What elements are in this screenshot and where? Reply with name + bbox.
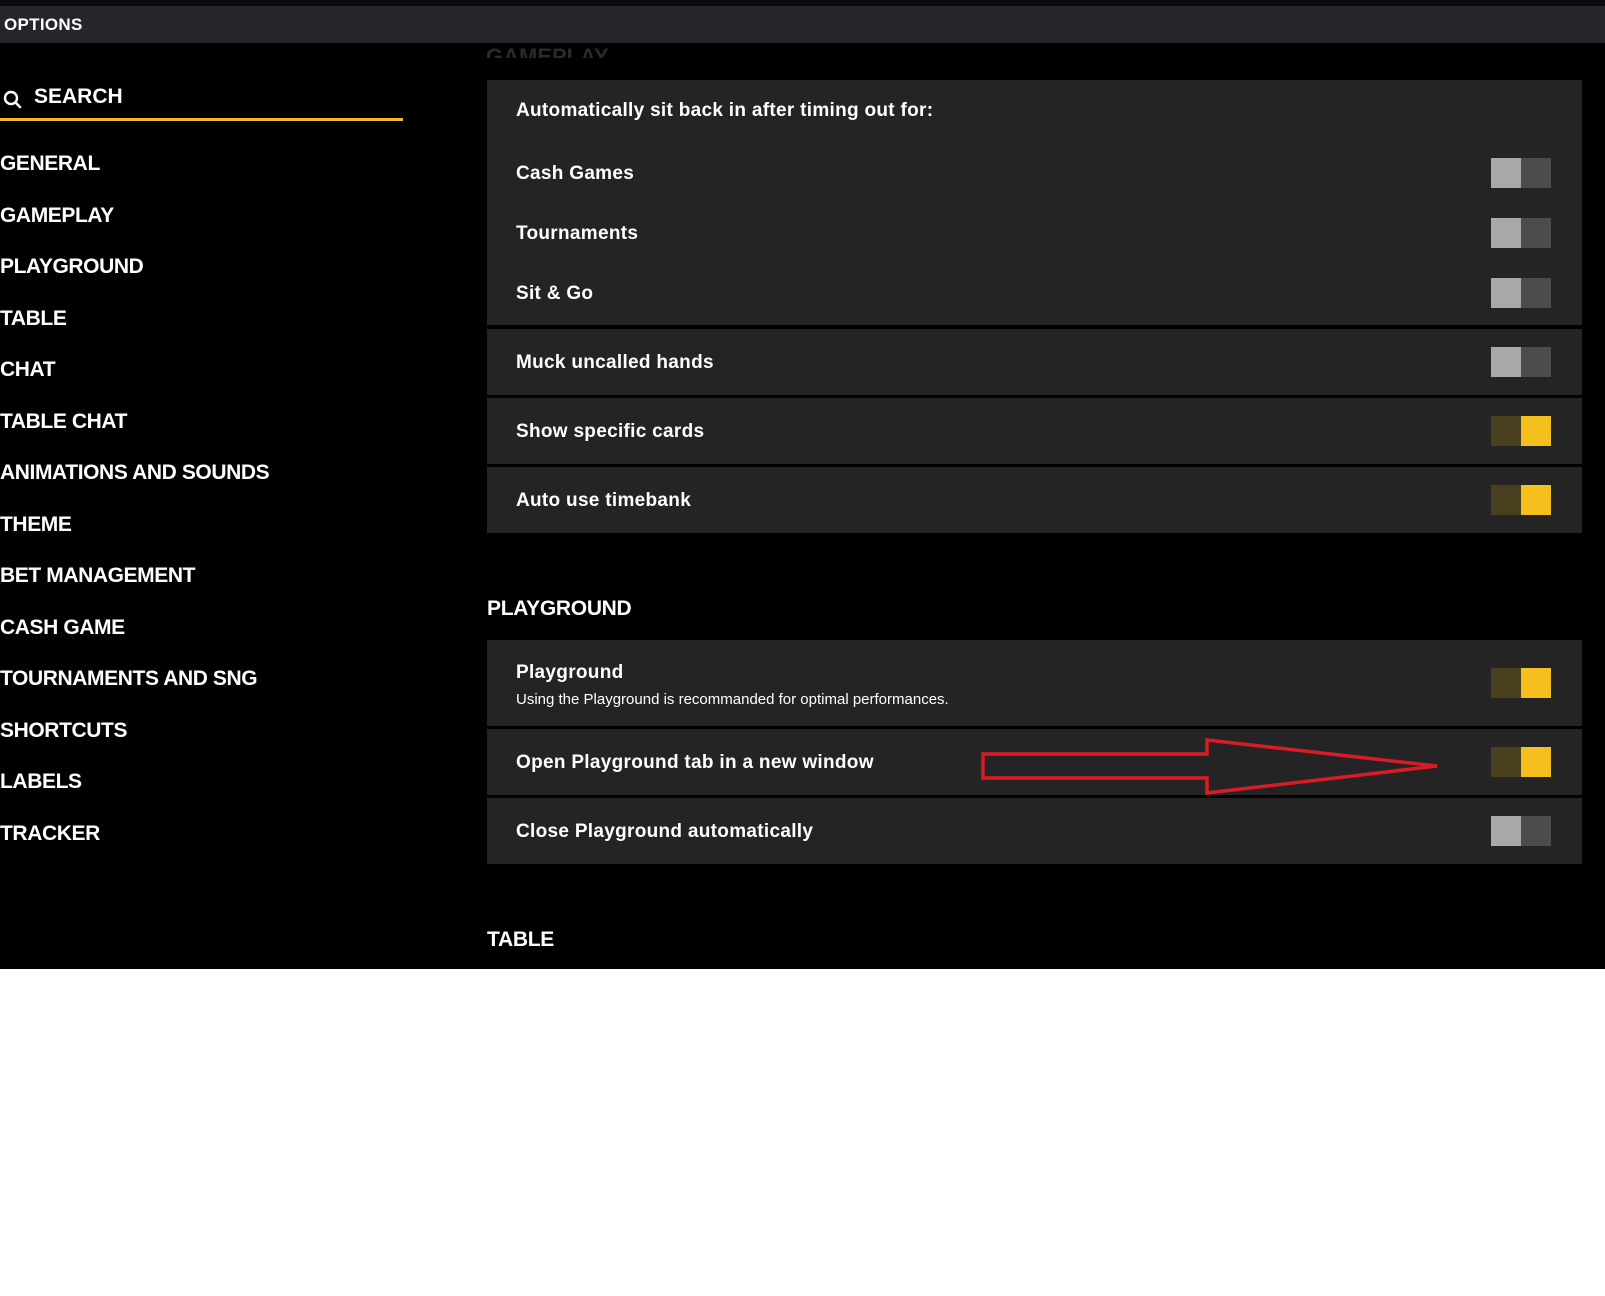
show-specific-cards-label: Show specific cards (516, 421, 705, 442)
sit-and-go-toggle[interactable] (1491, 278, 1551, 308)
open-new-window-toggle[interactable] (1491, 747, 1551, 777)
nav-item-table-chat[interactable]: TABLE CHAT (0, 410, 127, 434)
window-title: OPTIONS (4, 15, 83, 34)
muck-uncalled-row: Muck uncalled hands (487, 329, 1582, 395)
cash-games-toggle[interactable] (1491, 158, 1551, 188)
nav-item-theme[interactable]: THEME (0, 513, 72, 537)
nav-item-tracker[interactable]: TRACKER (0, 822, 100, 846)
close-playground-toggle[interactable] (1491, 816, 1551, 846)
playground-label: Playground (516, 662, 624, 683)
red-arrow-annotation (981, 738, 1438, 795)
auto-sit-back-card: Automatically sit back in after timing o… (487, 80, 1582, 325)
nav-item-gameplay[interactable]: GAMEPLAY (0, 204, 114, 228)
nav-item-table[interactable]: TABLE (0, 307, 67, 331)
muck-uncalled-toggle[interactable] (1491, 347, 1551, 377)
nav-item-cash-game[interactable]: CASH GAME (0, 616, 125, 640)
auto-timebank-toggle[interactable] (1491, 485, 1551, 515)
nav-item-tournaments-and-sng[interactable]: TOURNAMENTS AND SNG (0, 667, 258, 691)
nav-item-animations-and-sounds[interactable]: ANIMATIONS AND SOUNDS (0, 461, 270, 485)
auto-timebank-row: Auto use timebank (487, 467, 1582, 533)
close-playground-row: Close Playground automatically (487, 798, 1582, 864)
nav-item-playground[interactable]: PLAYGROUND (0, 255, 144, 279)
sit-and-go-label: Sit & Go (516, 283, 594, 304)
tournaments-toggle[interactable] (1491, 218, 1551, 248)
options-window: OPTIONS SEARCH GENERAL GAMEPLAY PLAYGROU… (0, 0, 1605, 969)
open-new-window-label: Open Playground tab in a new window (516, 752, 874, 773)
gameplay-heading-clipped: GAMEPLAY (486, 40, 616, 58)
search-placeholder: SEARCH (34, 85, 123, 108)
nav-item-labels[interactable]: LABELS (0, 770, 82, 794)
playground-row: Playground Using the Playground is recom… (487, 640, 1582, 726)
table-section-heading: TABLE (487, 928, 554, 951)
gameplay-heading-text: GAMEPLAY (486, 44, 609, 58)
playground-description: Using the Playground is recommanded for … (516, 691, 949, 708)
playground-section-heading: PLAYGROUND (487, 597, 632, 620)
auto-timebank-label: Auto use timebank (516, 490, 692, 511)
muck-uncalled-label: Muck uncalled hands (516, 352, 714, 373)
nav-item-bet-management[interactable]: BET MANAGEMENT (0, 564, 195, 588)
tournaments-label: Tournaments (516, 223, 639, 244)
nav-item-chat[interactable]: CHAT (0, 358, 56, 382)
title-bar: OPTIONS (0, 6, 1605, 43)
nav-item-shortcuts[interactable]: SHORTCUTS (0, 719, 127, 743)
search-icon (3, 90, 23, 115)
search-field[interactable]: SEARCH (0, 78, 403, 121)
show-specific-cards-toggle[interactable] (1491, 416, 1551, 446)
show-specific-cards-row: Show specific cards (487, 398, 1582, 464)
close-playground-label: Close Playground automatically (516, 821, 814, 842)
playground-toggle[interactable] (1491, 668, 1551, 698)
auto-sit-back-label: Automatically sit back in after timing o… (516, 100, 934, 121)
cash-games-label: Cash Games (516, 163, 635, 184)
nav-item-general[interactable]: GENERAL (0, 152, 100, 176)
